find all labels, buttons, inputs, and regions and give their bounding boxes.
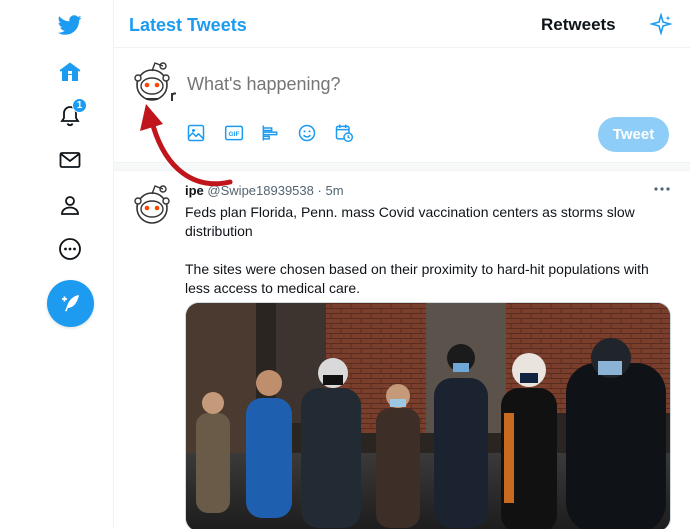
page-title[interactable]: Latest Tweets bbox=[129, 15, 247, 36]
meta-separator: · bbox=[317, 183, 322, 198]
twitter-logo-icon[interactable] bbox=[50, 5, 90, 45]
compose-input[interactable] bbox=[187, 71, 587, 97]
crowd-photo bbox=[186, 303, 670, 529]
poll-icon[interactable] bbox=[260, 121, 297, 145]
divider bbox=[114, 163, 690, 171]
tweet-button[interactable]: Tweet bbox=[598, 117, 669, 152]
tweet-handle[interactable]: @Swipe18939538 bbox=[207, 183, 313, 198]
tweet-meta: ipe @Swipe18939538 · 5m bbox=[185, 183, 344, 198]
emoji-icon[interactable] bbox=[297, 121, 334, 145]
bell-icon[interactable]: 1 bbox=[50, 96, 90, 136]
more-options-icon[interactable] bbox=[652, 181, 672, 197]
retweets-tab[interactable]: Retweets bbox=[541, 15, 616, 35]
composer-toolbar: GIF bbox=[186, 121, 371, 145]
tweet-text: Feds plan Florida, Penn. mass Covid vacc… bbox=[185, 203, 675, 317]
schedule-icon[interactable] bbox=[334, 121, 371, 145]
main-column: Latest Tweets Retweets GIF Tweet bbox=[113, 0, 690, 529]
tweet-time[interactable]: 5m bbox=[325, 183, 343, 198]
image-icon[interactable] bbox=[186, 121, 223, 145]
svg-text:GIF: GIF bbox=[228, 131, 239, 138]
more-circle-icon[interactable] bbox=[50, 229, 90, 269]
home-icon[interactable] bbox=[50, 52, 90, 92]
avatar bbox=[134, 62, 176, 101]
compose-tweet-button[interactable] bbox=[47, 280, 94, 327]
sparkle-icon[interactable] bbox=[649, 13, 673, 37]
tweet-card[interactable]: ipe @Swipe18939538 · 5m Feds plan Florid… bbox=[114, 172, 690, 529]
gif-icon[interactable]: GIF bbox=[223, 121, 260, 145]
left-nav: 1 bbox=[0, 0, 113, 529]
compose-feather-icon bbox=[61, 294, 79, 311]
mail-icon[interactable] bbox=[50, 140, 90, 180]
tweet-author-name[interactable]: ipe bbox=[185, 183, 204, 198]
tweet-text-line-1: Feds plan Florida, Penn. mass Covid vacc… bbox=[185, 204, 635, 239]
avatar bbox=[134, 185, 170, 224]
tweet-composer: GIF Tweet bbox=[114, 49, 690, 163]
tweet-media-photo[interactable] bbox=[185, 302, 671, 529]
tweet-text-line-2: The sites were chosen based on their pro… bbox=[185, 261, 649, 296]
profile-icon[interactable] bbox=[50, 185, 90, 225]
timeline-header: Latest Tweets Retweets bbox=[114, 0, 690, 48]
notification-badge: 1 bbox=[72, 98, 87, 113]
